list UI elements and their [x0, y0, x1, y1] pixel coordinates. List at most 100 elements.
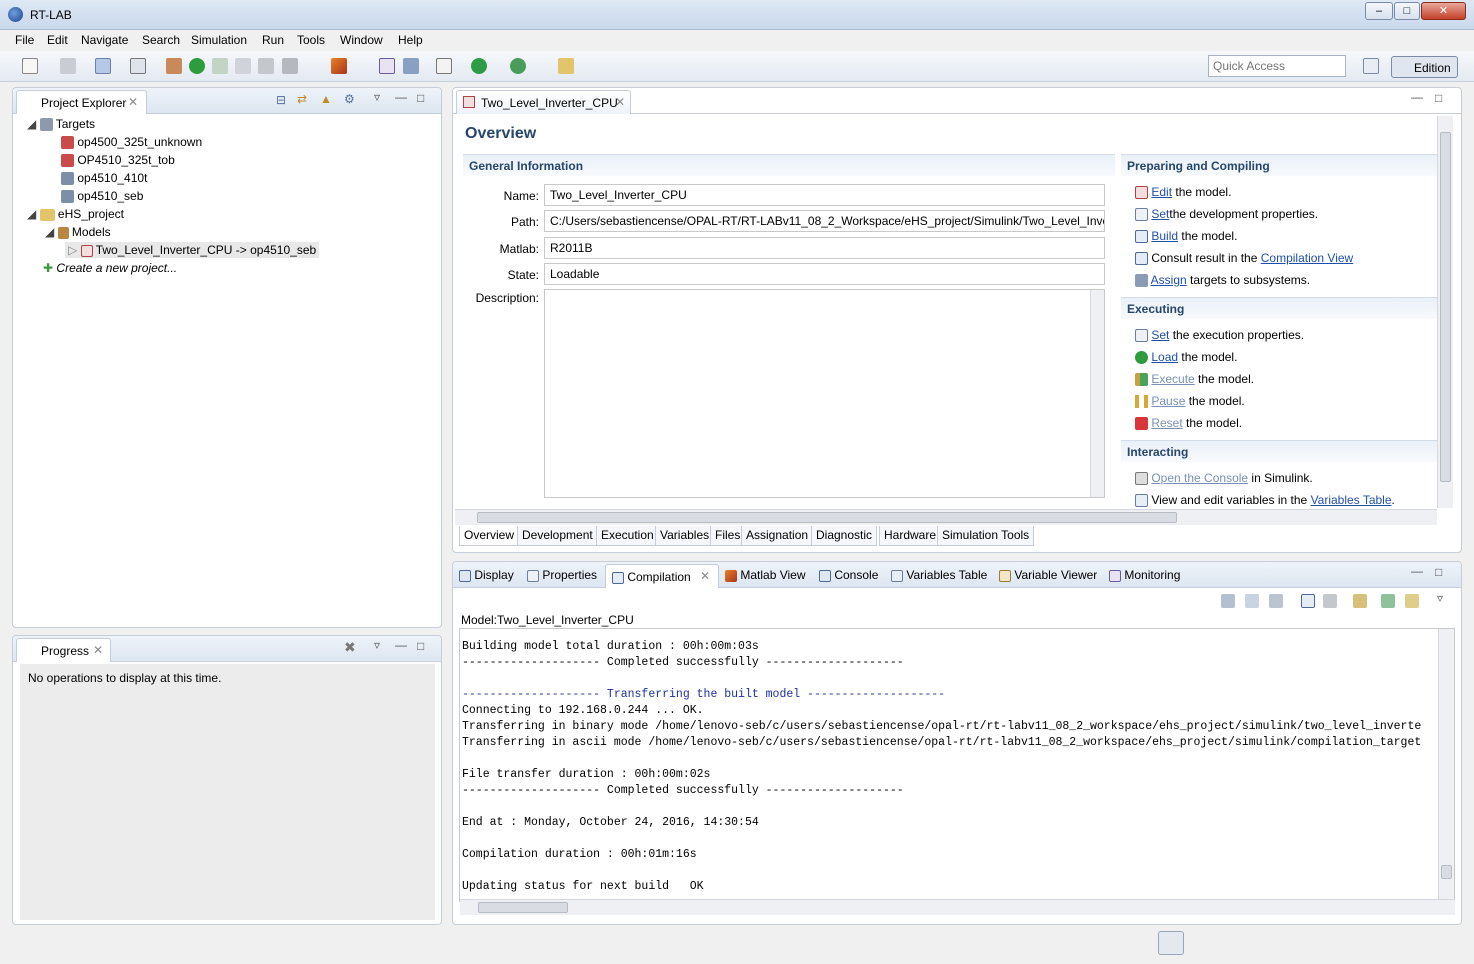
variables-table-link[interactable]: Variables Table — [1311, 493, 1392, 507]
target-item[interactable]: OP4510_325t_tob — [61, 153, 175, 168]
clear-log-icon[interactable] — [1269, 594, 1283, 608]
description-field[interactable] — [544, 289, 1105, 498]
scroll-thumb[interactable] — [1440, 132, 1451, 482]
save-log-icon[interactable] — [1221, 594, 1235, 608]
menu-window[interactable]: Window — [340, 33, 383, 47]
timer-icon[interactable] — [436, 58, 452, 74]
stop-icon[interactable] — [258, 58, 274, 74]
close-tab-icon[interactable]: ✕ — [700, 569, 710, 583]
new-icon[interactable] — [22, 58, 38, 74]
pin-icon[interactable] — [1353, 594, 1367, 608]
tab-console[interactable]: Console — [819, 568, 878, 582]
clear-progress-icon[interactable]: ✖ — [344, 639, 356, 656]
close-tab-icon[interactable]: ✕ — [93, 643, 103, 657]
open-perspective-icon[interactable] — [1363, 58, 1379, 74]
connect-icon[interactable] — [471, 58, 487, 74]
import-icon[interactable]: ▲ — [320, 92, 332, 106]
maximize-button[interactable]: □ — [1394, 2, 1420, 20]
description-scrollbar[interactable] — [1090, 290, 1104, 497]
build-link[interactable]: Build — [1151, 229, 1178, 243]
open-project-icon[interactable] — [95, 58, 111, 74]
name-field[interactable]: Two_Level_Inverter_CPU — [544, 184, 1105, 206]
targets-node[interactable]: ◢ Targets — [27, 117, 95, 132]
page-tab-assignation[interactable]: Assignation — [741, 526, 814, 546]
path-field[interactable]: C:/Users/sebastiencense/OPAL-RT/RT-LABv1… — [544, 210, 1105, 232]
edition-perspective-button[interactable]: Edition — [1391, 56, 1458, 78]
page-tab-variables[interactable]: Variables — [655, 526, 715, 546]
state-field[interactable]: Loadable — [544, 263, 1105, 285]
project-node[interactable]: ◢ eHS_project — [27, 207, 124, 221]
minimize-button[interactable]: – — [1365, 2, 1393, 20]
editor-vertical-scrollbar[interactable] — [1437, 116, 1453, 508]
page-tab-overview[interactable]: Overview — [459, 526, 520, 546]
assign-icon[interactable] — [166, 58, 182, 74]
log-horizontal-scrollbar[interactable] — [460, 899, 1455, 915]
scroll-thumb[interactable] — [477, 512, 1177, 523]
set-dev-link[interactable]: Set — [1151, 207, 1169, 221]
tab-variable-viewer[interactable]: Variable Viewer — [999, 568, 1097, 582]
menu-search[interactable]: Search — [142, 33, 180, 47]
editor-horizontal-scrollbar[interactable] — [455, 509, 1437, 525]
print-icon[interactable] — [1245, 594, 1259, 608]
editor-tab[interactable]: Two_Level_Inverter_CPU ✕ — [456, 90, 631, 114]
compilation-view-link[interactable]: Compilation View — [1261, 251, 1354, 265]
tab-variables-table[interactable]: Variables Table — [891, 568, 987, 582]
page-tab-hardware[interactable]: Hardware — [879, 526, 942, 546]
page-tab-development[interactable]: Development — [517, 526, 598, 546]
execute-icon[interactable] — [212, 58, 228, 74]
probe-icon[interactable] — [403, 58, 419, 74]
target-item[interactable]: op4500_325t_unknown — [61, 135, 202, 150]
maximize-view-icon[interactable]: □ — [417, 639, 424, 653]
scroll-thumb[interactable] — [478, 902, 568, 913]
reset-icon[interactable] — [282, 58, 298, 74]
collapse-all-icon[interactable]: ⊟ — [276, 93, 286, 107]
create-project-link[interactable]: ✚ Create a new project... — [43, 261, 177, 275]
refresh-icon[interactable] — [510, 58, 526, 74]
pause-icon[interactable] — [235, 58, 251, 74]
edit-link[interactable]: Edit — [1151, 185, 1172, 199]
close-button[interactable]: ✕ — [1421, 2, 1466, 20]
menu-navigate[interactable]: Navigate — [81, 33, 128, 47]
set-exec-link[interactable]: Set — [1151, 328, 1169, 342]
pause-link[interactable]: Pause — [1151, 394, 1185, 408]
close-tab-icon[interactable]: ✕ — [128, 95, 138, 109]
target-item[interactable]: op4510_410t — [61, 171, 147, 186]
progress-tab[interactable]: Progress ✕ — [16, 638, 111, 662]
matlab-icon[interactable] — [331, 58, 347, 74]
link-editor-icon[interactable]: ⇄ — [297, 92, 307, 106]
minimize-view-icon[interactable]: — — [1411, 564, 1423, 578]
matlab-field[interactable]: R2011B — [544, 237, 1105, 259]
scroll-thumb[interactable] — [1441, 865, 1452, 879]
tab-display[interactable]: Display — [459, 568, 514, 582]
load-link[interactable]: Load — [1151, 350, 1178, 364]
models-node[interactable]: ◢ Models — [45, 225, 111, 239]
log-vertical-scrollbar[interactable] — [1438, 629, 1454, 901]
tab-compilation[interactable]: Compilation ✕ — [605, 564, 719, 588]
menu-simulation[interactable]: Simulation — [191, 33, 247, 47]
minimize-view-icon[interactable]: — — [395, 638, 407, 652]
project-explorer-tab[interactable]: Project Explorer ✕ — [16, 90, 147, 114]
save-icon[interactable] — [60, 58, 76, 74]
page-tab-diagnostic[interactable]: Diagnostic — [811, 526, 878, 546]
wand-icon[interactable] — [558, 58, 574, 74]
stop-build-icon[interactable] — [1323, 594, 1337, 608]
new-window-icon[interactable] — [1405, 594, 1419, 608]
open-console-link[interactable]: Open the Console — [1151, 471, 1248, 485]
tab-matlab-view[interactable]: Matlab View — [725, 568, 806, 582]
reset-link[interactable]: Reset — [1151, 416, 1182, 430]
menu-help[interactable]: Help — [398, 33, 423, 47]
minimize-view-icon[interactable]: — — [395, 90, 407, 104]
maximize-view-icon[interactable]: □ — [1435, 91, 1442, 105]
execute-link[interactable]: Execute — [1151, 372, 1194, 386]
minimize-view-icon[interactable]: — — [1411, 90, 1423, 104]
assign-link[interactable]: Assign — [1151, 273, 1187, 287]
status-tool-icon[interactable] — [1158, 931, 1184, 955]
menu-tools[interactable]: Tools — [297, 33, 325, 47]
view-menu-icon[interactable]: ▿ — [374, 90, 380, 104]
load-icon[interactable] — [189, 58, 205, 74]
build-icon[interactable] — [130, 58, 146, 74]
view-menu-icon[interactable]: ▿ — [1437, 591, 1443, 605]
filter-icon[interactable]: ⚙ — [344, 92, 355, 106]
view-menu-icon[interactable]: ▿ — [374, 638, 380, 652]
menu-edit[interactable]: Edit — [47, 33, 68, 47]
